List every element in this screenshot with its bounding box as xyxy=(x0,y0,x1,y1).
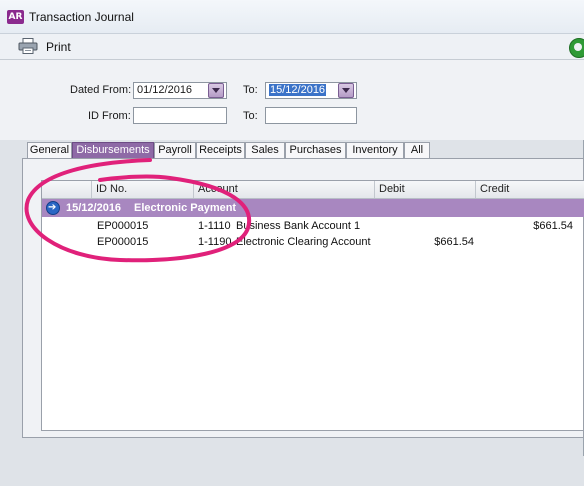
tab-payroll-label: Payroll xyxy=(158,144,192,156)
app-logo: AR xyxy=(7,10,24,24)
group-date: 15/12/2016 xyxy=(66,202,122,214)
window-footer xyxy=(0,456,584,486)
tab-purchases-label: Purchases xyxy=(289,144,342,156)
tab-purchases[interactable]: Purchases xyxy=(285,142,346,159)
printer-icon xyxy=(18,38,38,54)
table-row[interactable]: EP000015 1-1110 Business Bank Account 1 … xyxy=(42,218,584,235)
dated-to-calendar-button[interactable] xyxy=(338,83,354,98)
tab-inventory[interactable]: Inventory xyxy=(346,142,404,159)
table-row[interactable]: EP000015 1-1190 Electronic Clearing Acco… xyxy=(42,234,584,251)
row-account-name: Business Bank Account 1 xyxy=(236,220,361,232)
filter-area: Dated From: 01/12/2016 To: 15/12/2016 ID… xyxy=(0,60,584,140)
tab-general-label: General xyxy=(29,144,70,156)
dated-to-value: 15/12/2016 xyxy=(269,84,327,96)
header-credit[interactable]: Credit xyxy=(476,181,584,198)
tab-sales-label: Sales xyxy=(251,144,279,156)
table-group-row[interactable]: 15/12/2016 Electronic Payment xyxy=(42,199,584,217)
dated-from-calendar-button[interactable] xyxy=(208,83,224,98)
group-description: Electronic Payment xyxy=(134,202,237,214)
id-from-input[interactable] xyxy=(133,107,227,124)
header-debit[interactable]: Debit xyxy=(375,181,476,198)
dated-to-field[interactable]: 15/12/2016 xyxy=(265,82,357,99)
tab-all-label: All xyxy=(410,144,424,156)
row-credit: $661.54 xyxy=(533,220,573,232)
row-account-no: 1-1110 xyxy=(198,220,231,232)
header-id-no[interactable]: ID No. xyxy=(92,181,194,198)
tab-sales[interactable]: Sales xyxy=(245,142,285,159)
dated-from-label: Dated From: xyxy=(70,84,132,96)
transaction-journal-window: AR Transaction Journal Print Dated From:… xyxy=(0,0,584,486)
dated-to-label: To: xyxy=(243,84,258,96)
dated-from-value: 01/12/2016 xyxy=(137,84,193,96)
zoom-arrow-icon[interactable] xyxy=(46,199,60,217)
window-title: Transaction Journal xyxy=(29,10,134,24)
tab-payroll[interactable]: Payroll xyxy=(154,142,196,159)
tab-receipts-label: Receipts xyxy=(199,144,242,156)
dated-from-field[interactable]: 01/12/2016 xyxy=(133,82,227,99)
help-icon[interactable] xyxy=(569,38,584,58)
row-account-no: 1-1190 xyxy=(198,236,232,248)
tab-disbursements-label: Disbursements xyxy=(76,144,150,156)
journal-table: ID No. Account Debit Credit 15/12/2016 E… xyxy=(41,180,584,431)
tab-inventory-label: Inventory xyxy=(352,144,398,156)
tab-receipts[interactable]: Receipts xyxy=(196,142,245,159)
toolbar: Print xyxy=(0,34,584,60)
row-id: EP000015 xyxy=(97,236,149,248)
row-debit: $661.54 xyxy=(434,236,474,248)
print-label: Print xyxy=(46,40,71,54)
header-account[interactable]: Account xyxy=(194,181,375,198)
id-to-input[interactable] xyxy=(265,107,357,124)
id-to-label: To: xyxy=(243,110,258,122)
row-account-name: Electronic Clearing Account xyxy=(236,236,371,248)
row-id: EP000015 xyxy=(97,220,149,232)
tab-all[interactable]: All xyxy=(404,142,430,159)
header-spacer xyxy=(42,181,92,198)
id-from-label: ID From: xyxy=(88,110,131,122)
title-bar: AR Transaction Journal xyxy=(0,0,584,34)
tab-general[interactable]: General xyxy=(27,142,72,159)
tab-disbursements[interactable]: Disbursements xyxy=(72,142,154,159)
table-header: ID No. Account Debit Credit xyxy=(42,181,584,199)
